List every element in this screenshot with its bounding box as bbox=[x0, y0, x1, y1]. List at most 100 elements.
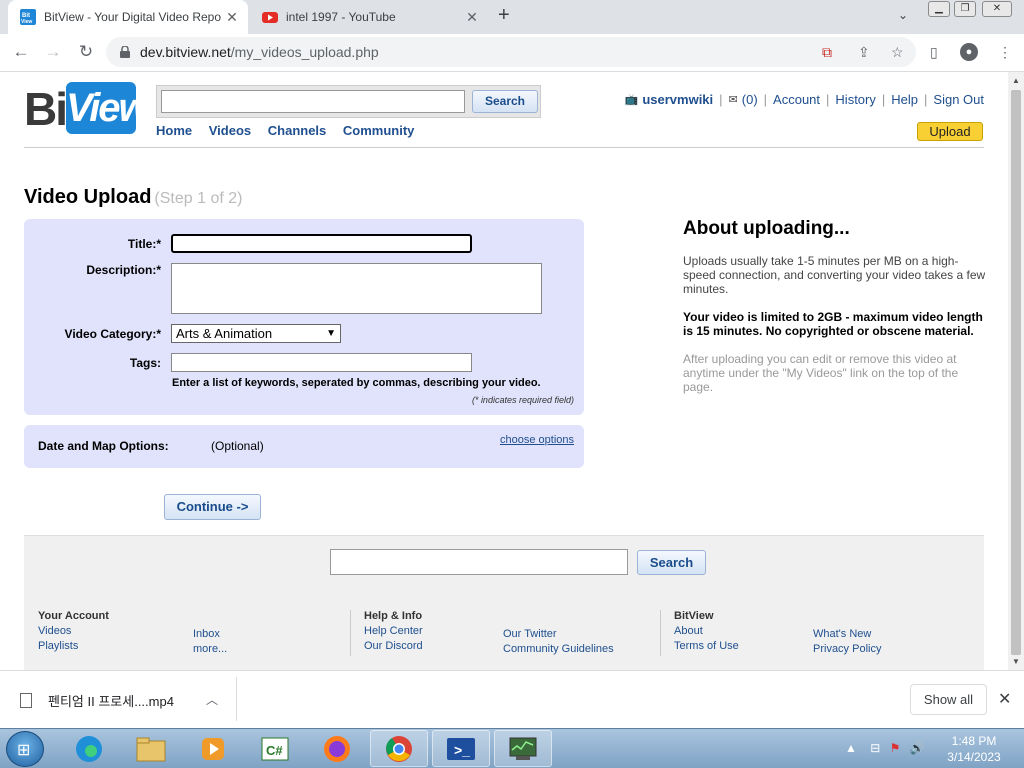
address-bar[interactable]: dev.bitview.net/my_videos_upload.php bbox=[106, 37, 916, 67]
history-link[interactable]: History bbox=[835, 92, 875, 107]
action-center-icon[interactable]: ⚑ bbox=[890, 741, 901, 755]
mail-icon[interactable]: ✉ bbox=[729, 93, 738, 106]
system-monitor-icon[interactable] bbox=[494, 730, 552, 767]
volume-icon[interactable]: 🔊 bbox=[910, 741, 925, 755]
forward-icon[interactable]: → bbox=[42, 42, 64, 62]
user-nav: 📺 uservmwiki | ✉ (0) | Account | History… bbox=[624, 92, 984, 107]
account-link[interactable]: Account bbox=[773, 92, 820, 107]
nav-videos[interactable]: Videos bbox=[209, 123, 251, 138]
username-link[interactable]: uservmwiki bbox=[642, 92, 713, 107]
clock[interactable]: 1:48 PM 3/14/2023 bbox=[944, 733, 1004, 765]
close-download-bar-icon[interactable]: ✕ bbox=[998, 689, 1011, 709]
category-label: Video Category:* bbox=[64, 327, 161, 341]
tray-expand-icon[interactable]: ▲ bbox=[845, 741, 857, 755]
chevron-up-icon[interactable]: ︿ bbox=[206, 691, 218, 708]
tab-bitview[interactable]: Bit View BitView - Your Digital Video Rep… bbox=[8, 0, 248, 34]
clock-date: 3/14/2023 bbox=[947, 750, 1001, 764]
nav-home[interactable]: Home bbox=[156, 123, 192, 138]
share-icon[interactable]: ⇪ bbox=[858, 44, 870, 61]
tv-icon: 📺 bbox=[624, 94, 639, 106]
signout-link[interactable]: Sign Out bbox=[933, 92, 984, 107]
help-link[interactable]: Help bbox=[891, 92, 918, 107]
close-tab-icon[interactable]: ✕ bbox=[462, 9, 482, 26]
upload-button[interactable]: Upload bbox=[917, 122, 983, 141]
footer-link-inbox[interactable]: Inbox bbox=[193, 627, 227, 642]
nav-channels[interactable]: Channels bbox=[268, 123, 327, 138]
reload-icon[interactable]: ↻ bbox=[75, 42, 97, 62]
footer-search-button[interactable]: Search bbox=[637, 550, 706, 575]
start-button[interactable]: ⊞ bbox=[6, 731, 44, 767]
menu-kebab-icon[interactable]: ⋮ bbox=[998, 44, 1012, 61]
bitview-icon: BitView bbox=[20, 9, 36, 25]
footer: Search Your Account Videos Playlists Inb… bbox=[24, 535, 984, 670]
scroll-up-icon[interactable]: ▲ bbox=[1012, 76, 1020, 85]
tab-youtube[interactable]: intel 1997 - YouTube ✕ bbox=[250, 0, 488, 34]
file-icon bbox=[20, 693, 32, 708]
side-panel-icon[interactable]: ▯ bbox=[930, 44, 938, 61]
footer-link-terms[interactable]: Terms of Use bbox=[674, 639, 739, 654]
footer-link-privacy[interactable]: Privacy Policy bbox=[813, 642, 881, 657]
csharp-editor-icon[interactable]: C# bbox=[246, 730, 304, 767]
edge-icon[interactable] bbox=[60, 730, 118, 767]
new-tab-icon[interactable]: + bbox=[498, 4, 510, 27]
title-input[interactable] bbox=[171, 234, 472, 253]
powershell-icon[interactable]: >_ bbox=[432, 730, 490, 767]
media-player-icon[interactable] bbox=[184, 730, 242, 767]
footer-link-guidelines[interactable]: Community Guidelines bbox=[503, 642, 614, 657]
footer-link-videos[interactable]: Videos bbox=[38, 624, 109, 639]
footer-link-help-center[interactable]: Help Center bbox=[364, 624, 423, 639]
choose-options-link[interactable]: choose options bbox=[500, 434, 574, 446]
nav-community[interactable]: Community bbox=[343, 123, 415, 138]
optional-label: (Optional) bbox=[211, 439, 264, 453]
tab-search-chevron-icon[interactable]: ⌄ bbox=[898, 8, 908, 22]
firefox-icon[interactable] bbox=[308, 730, 366, 767]
scroll-thumb[interactable] bbox=[1011, 90, 1021, 655]
footer-link-playlists[interactable]: Playlists bbox=[38, 639, 109, 654]
bookmark-star-icon[interactable]: ☆ bbox=[891, 44, 904, 61]
chrome-icon[interactable] bbox=[370, 730, 428, 767]
date-map-options: Date and Map Options: (Optional) choose … bbox=[24, 425, 584, 468]
download-item[interactable]: 펜티엄 II 프로세....mp4 bbox=[20, 691, 174, 710]
popup-blocked-icon[interactable]: ⧉ bbox=[822, 44, 832, 61]
about-uploading: About uploading... Uploads usually take … bbox=[683, 218, 988, 408]
tags-label: Tags: bbox=[129, 356, 161, 370]
header-search-button[interactable]: Search bbox=[472, 90, 538, 113]
svg-text:>_: >_ bbox=[454, 742, 470, 758]
back-icon[interactable]: ← bbox=[10, 42, 32, 62]
svg-text:C#: C# bbox=[266, 743, 283, 758]
close-window-icon[interactable]: ✕ bbox=[982, 1, 1012, 17]
bitview-logo[interactable]: Bit View bbox=[24, 80, 150, 136]
footer-link-more[interactable]: more... bbox=[193, 642, 227, 657]
show-all-button[interactable]: Show all bbox=[910, 684, 987, 715]
about-paragraph-3: After uploading you can edit or remove t… bbox=[683, 352, 959, 394]
page-scrollbar[interactable]: ▲ ▼ bbox=[1008, 72, 1024, 670]
footer-search-input[interactable] bbox=[330, 549, 628, 575]
continue-button[interactable]: Continue -> bbox=[164, 494, 261, 520]
minimize-icon[interactable]: ▁ bbox=[928, 1, 950, 17]
footer-your-account-col2: Inbox more... bbox=[193, 627, 227, 657]
footer-link-about[interactable]: About bbox=[674, 624, 739, 639]
header-search-input[interactable] bbox=[161, 90, 465, 113]
footer-link-discord[interactable]: Our Discord bbox=[364, 639, 423, 654]
restore-icon[interactable]: ❐ bbox=[954, 1, 976, 17]
footer-bitview-col2: What's New Privacy Policy bbox=[813, 627, 881, 657]
footer-help-info-col2: Our Twitter Community Guidelines bbox=[503, 627, 614, 657]
description-textarea[interactable] bbox=[171, 263, 542, 314]
file-explorer-icon[interactable] bbox=[122, 730, 180, 767]
network-icon[interactable]: ⊟ bbox=[870, 741, 880, 755]
clock-time: 1:48 PM bbox=[951, 734, 997, 748]
about-heading: About uploading... bbox=[683, 218, 850, 239]
footer-link-whats-new[interactable]: What's New bbox=[813, 627, 881, 642]
about-paragraph-1: Uploads usually take 1-5 minutes per MB … bbox=[683, 254, 986, 296]
profile-avatar-icon[interactable]: ● bbox=[960, 43, 978, 61]
windows-logo-icon: ⊞ bbox=[17, 742, 31, 759]
category-select[interactable]: Arts & Animation ▼ bbox=[171, 324, 341, 343]
inbox-count-link[interactable]: (0) bbox=[742, 92, 758, 107]
browser-toolbar: ← → ↻ dev.bitview.net/my_videos_upload.p… bbox=[0, 34, 1024, 72]
footer-link-twitter[interactable]: Our Twitter bbox=[503, 627, 614, 642]
tags-input[interactable] bbox=[171, 353, 472, 372]
close-tab-icon[interactable]: ✕ bbox=[222, 9, 242, 26]
upload-form: Title:* Description:* Video Category:* A… bbox=[24, 219, 584, 415]
description-label: Description:* bbox=[86, 263, 161, 277]
scroll-down-icon[interactable]: ▼ bbox=[1012, 657, 1020, 666]
